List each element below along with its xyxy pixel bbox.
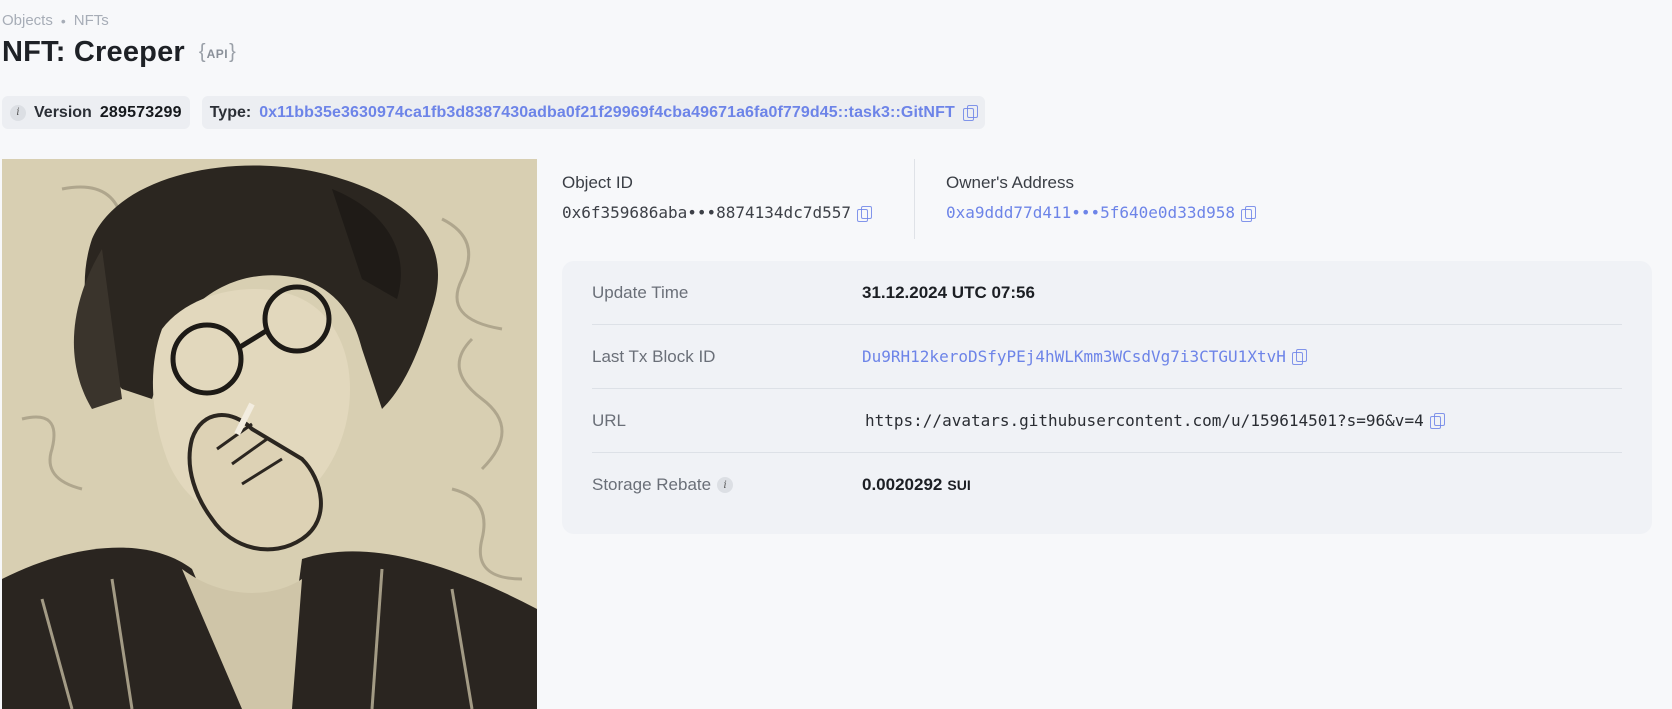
owner-label: Owner's Address [946,173,1074,192]
version-label: Version [34,103,92,121]
detail-value: 0.0020292 SUI [862,475,971,495]
detail-value: 31.12.2024 UTC 07:56 [862,282,1035,302]
detail-row-url: URL https://avatars.githubusercontent.co… [592,389,1622,453]
object-pills: i Version 289573299 Type: 0x11bb35e36309… [2,96,985,129]
object-id-text: 0x6f359686aba•••8874134dc7d557 [562,203,851,222]
breadcrumb-nfts[interactable]: NFTs [74,12,109,29]
object-id-label: Object ID [562,173,633,192]
api-brace-open: { [198,41,206,63]
copy-icon[interactable] [1429,413,1445,429]
storage-rebate-label: Storage Rebate [592,475,712,494]
type-pill: Type: 0x11bb35e3630974ca1fb3d8387430adba… [201,96,985,129]
nft-image [2,159,537,709]
detail-row-last-tx: Last Tx Block ID Du9RH12keroDSfyPEj4hWLK… [592,325,1622,389]
object-id-block: Object ID 0x6f359686aba•••8874134dc7d557 [562,173,872,222]
api-badge[interactable]: { API } [199,41,236,64]
owner-link[interactable]: 0xa9ddd77d411•••5f640e0d33d958 [946,203,1235,222]
url-text: https://avatars.githubusercontent.com/u/… [865,411,1424,430]
title-row: NFT: Creeper { API } [2,36,236,69]
type-label: Type: [209,103,252,121]
detail-key: Last Tx Block ID [592,346,716,366]
detail-key: Update Time [592,282,689,302]
version-pill: i Version 289573299 [2,96,190,129]
object-id-value: 0x6f359686aba•••8874134dc7d557 [562,203,872,222]
page-title: NFT: Creeper [2,36,185,68]
column-divider [914,159,915,239]
details-card: Update Time 31.12.2024 UTC 07:56 Last Tx… [562,261,1652,534]
detail-row-update-time: Update Time 31.12.2024 UTC 07:56 [592,261,1622,325]
detail-value: Du9RH12keroDSfyPEj4hWLKmm3WCsdVg7i3CTGU1… [862,347,1307,366]
version-value: 289573299 [99,103,182,121]
type-link[interactable]: 0x11bb35e3630974ca1fb3d8387430adba0f21f2… [259,104,955,122]
storage-rebate-unit: SUI [947,477,971,493]
api-badge-label: API [206,46,229,61]
breadcrumb-objects[interactable]: Objects [2,12,53,29]
nft-detail-page: Objects • NFTs NFT: Creeper { API } i Ve… [0,0,1672,709]
info-icon[interactable]: i [10,104,26,121]
copy-icon[interactable] [962,105,978,121]
breadcrumb: Objects • NFTs [2,12,109,29]
detail-value: https://avatars.githubusercontent.com/u/… [862,411,1445,430]
last-tx-link[interactable]: Du9RH12keroDSfyPEj4hWLKmm3WCsdVg7i3CTGU1… [862,347,1286,366]
detail-row-storage-rebate: Storage Rebate i 0.0020292 SUI [592,453,1622,517]
detail-key: URL [592,410,627,430]
breadcrumb-separator: • [60,12,66,29]
copy-icon[interactable] [856,206,872,222]
copy-icon[interactable] [1240,206,1256,222]
api-brace-close: } [229,41,236,63]
owner-value: 0xa9ddd77d411•••5f640e0d33d958 [946,203,1256,222]
copy-icon[interactable] [1291,349,1307,365]
info-icon[interactable]: i [717,477,734,493]
storage-rebate-value: 0.0020292 [862,475,943,494]
owner-block: Owner's Address 0xa9ddd77d411•••5f640e0d… [946,173,1256,222]
detail-key: Storage Rebate i [592,475,862,495]
